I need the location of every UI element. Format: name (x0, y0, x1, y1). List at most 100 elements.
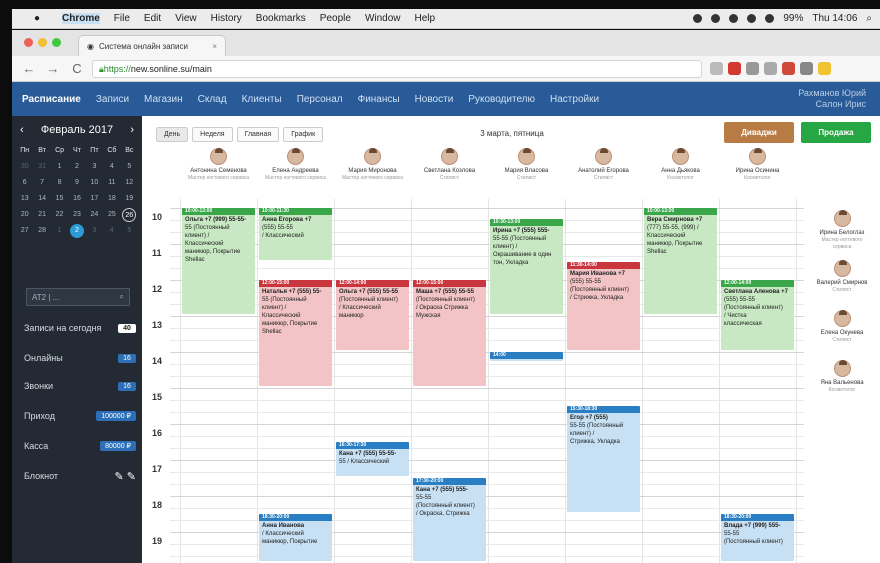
nav-finance[interactable]: Финансы (358, 94, 400, 105)
menu-view[interactable]: View (175, 13, 197, 24)
calendar-day[interactable]: 25 (103, 208, 120, 222)
calendar-day[interactable]: 12 (121, 176, 138, 190)
calendar-day[interactable]: 2 (68, 160, 85, 174)
calendar-day[interactable]: 4 (103, 224, 120, 238)
calendar-day[interactable]: 30 (16, 160, 33, 174)
address-bar[interactable]: 🔒︎ https:// new.sonline.su /main (92, 60, 702, 78)
calendar-day[interactable]: 17 (86, 192, 103, 206)
clock[interactable]: Thu 14:06 (812, 13, 857, 24)
calendar-day[interactable]: 31 (33, 160, 50, 174)
calendar-day[interactable]: 5 (121, 224, 138, 238)
reload-icon[interactable]: C (70, 61, 84, 76)
calendar-day[interactable]: 2 (69, 224, 84, 238)
appointment-card[interactable]: 12:00-14:00 Ольга +7 (555) 55-55 (Постоянн… (336, 280, 409, 350)
status-icon[interactable] (693, 14, 703, 23)
appointment-card[interactable]: 12:00-15:00 Маша +7 (555) 55-55 (Постоянны… (413, 280, 486, 386)
nav-records[interactable]: Записи (96, 94, 129, 105)
spotlight-icon[interactable]: ⌕ (866, 13, 872, 24)
extension-icon[interactable] (728, 62, 741, 75)
calendar-day[interactable]: 14 (33, 192, 50, 206)
staff-list-item[interactable]: Елена Окунева Стилист (812, 310, 872, 344)
appointment-card[interactable]: 15:30-18:30 Егор +7 (555) 55-55 (Постоянны… (567, 406, 640, 512)
nav-warehouse[interactable]: Склад (198, 94, 227, 105)
appointment-card[interactable]: 11:30-14:00 Мария Иванова +7 (555) 55-55 (П… (567, 262, 640, 350)
staff-list-item[interactable]: Яна Вальенова Косметолог (812, 360, 872, 394)
staff-column-header[interactable]: Мария Власова Стилист (488, 148, 565, 198)
sale-button[interactable]: Продажа (801, 122, 871, 143)
staff-column-header[interactable]: Анна Дьякова Косметолог (642, 148, 719, 198)
appointment-card[interactable]: 16:30-17:30 Кана +7 (555) 55-55- 55 / Клас… (336, 442, 409, 476)
calendar-day[interactable]: 13 (16, 192, 33, 206)
calendar-day[interactable]: 27 (16, 224, 33, 238)
menu-bookmarks[interactable]: Bookmarks (256, 13, 306, 24)
menu-help[interactable]: Help (415, 13, 436, 24)
calendar-day[interactable]: 7 (33, 176, 50, 190)
wifi-icon[interactable] (747, 14, 757, 23)
appointment-card[interactable]: 10:00-13:00 Вера Смирнова +7 (777) 55-55, … (644, 208, 717, 314)
staff-list-item[interactable]: Ирина Белоглаз Мастер ногтевого сервиса (812, 210, 872, 251)
staff-column-header[interactable]: Антонина Семенова Мастер ногтевого сервис… (180, 148, 257, 198)
appointment-card[interactable]: 10:00-13:00 Ольга +7 (999) 55-55- 55 (Пост… (182, 208, 255, 314)
calendar-day[interactable]: 18 (103, 192, 120, 206)
close-window-icon[interactable] (24, 38, 33, 47)
extension-icon[interactable] (782, 62, 795, 75)
nav-shop[interactable]: Магазин (144, 94, 183, 105)
nav-settings[interactable]: Настройки (550, 94, 599, 105)
calendar-day[interactable]: 28 (33, 224, 50, 238)
menu-history[interactable]: History (211, 13, 242, 24)
staff-column-header[interactable]: Мария Миронова Мастер ногтевого сервиса (334, 148, 411, 198)
calendar-day[interactable]: 1 (51, 224, 68, 238)
extension-icon[interactable] (746, 62, 759, 75)
sidebar-search[interactable]: АТ2 | ... ⌕ (26, 288, 130, 306)
nav-news[interactable]: Новости (415, 94, 454, 105)
staff-column-header[interactable]: Светлана Козлова Стилист (411, 148, 488, 198)
calendar-day[interactable]: 1 (51, 160, 68, 174)
menu-people[interactable]: People (320, 13, 351, 24)
extension-icon[interactable] (800, 62, 813, 75)
calendar-day[interactable]: 24 (86, 208, 103, 222)
calendar-day[interactable]: 3 (86, 224, 103, 238)
menu-app[interactable]: Chrome (62, 13, 100, 24)
calendar-day[interactable]: 5 (121, 160, 138, 174)
view-main-button[interactable]: Главная (236, 127, 280, 142)
user-menu[interactable]: Рахманов Юрий Салон Ирис (798, 88, 866, 110)
staff-column-header[interactable]: Анатолий Егорова Стилист (565, 148, 642, 198)
staff-column-header[interactable]: Елена Андреева Мастер ногтевого сервиса (257, 148, 334, 198)
minimize-window-icon[interactable] (38, 38, 47, 47)
volume-icon[interactable] (765, 14, 775, 23)
status-icon[interactable] (711, 14, 721, 23)
search-icon[interactable]: ⌕ (120, 292, 124, 302)
close-tab-icon[interactable]: × (212, 42, 217, 51)
status-icon[interactable] (729, 14, 739, 23)
apple-menu-icon[interactable]: ● (34, 13, 48, 24)
star-icon[interactable] (710, 62, 723, 75)
appointment-card[interactable]: 10:30-13:00 Ирина +7 (555) 555- 55-55 (Пос… (490, 218, 563, 314)
edit-icon[interactable]: ✎ ✎ (115, 470, 137, 483)
calendar-day[interactable]: 23 (68, 208, 85, 222)
appointment-card[interactable]: 12:00-15:00 Наталья +7 (555) 55- 55 (Посто… (259, 280, 332, 386)
nav-clients[interactable]: Клиенты (242, 94, 282, 105)
calendar-day[interactable]: 10 (86, 176, 103, 190)
calendar-day[interactable]: 9 (68, 176, 85, 190)
calendar-day[interactable]: 15 (51, 192, 68, 206)
appointment-card[interactable]: 18:30-20:00 Влада +7 (999) 555- 55-55 (Пост… (721, 514, 794, 561)
calendar-day[interactable]: 21 (33, 208, 50, 222)
calendar-day[interactable]: 22 (51, 208, 68, 222)
view-day-button[interactable]: День (156, 127, 189, 142)
calendar-day[interactable]: 16 (68, 192, 85, 206)
battery-percent[interactable]: 99% (783, 13, 803, 24)
nav-manager[interactable]: Руководителю (468, 94, 535, 105)
staff-list-item[interactable]: Валерий Смирнов Стилист (812, 260, 872, 294)
forward-icon[interactable]: → (46, 61, 60, 76)
appointment-card[interactable]: 12:00-14:00 Светлана Аленова +7 (555) 55-5… (721, 280, 794, 350)
browser-tab[interactable]: ◉ Система онлайн записи × (78, 35, 226, 56)
view-graph-button[interactable]: График (283, 127, 324, 142)
prev-month-icon[interactable]: ‹ (20, 124, 24, 136)
appointment-card[interactable]: 18:30-20:00 Анна Иванова / Классический ман… (259, 514, 332, 561)
nav-schedule[interactable]: Расписание (22, 94, 81, 105)
calendar-day[interactable]: 3 (86, 160, 103, 174)
menu-edit[interactable]: Edit (144, 13, 161, 24)
calendar-day[interactable]: 4 (103, 160, 120, 174)
extension-icon[interactable] (818, 62, 831, 75)
menu-window[interactable]: Window (365, 13, 401, 24)
